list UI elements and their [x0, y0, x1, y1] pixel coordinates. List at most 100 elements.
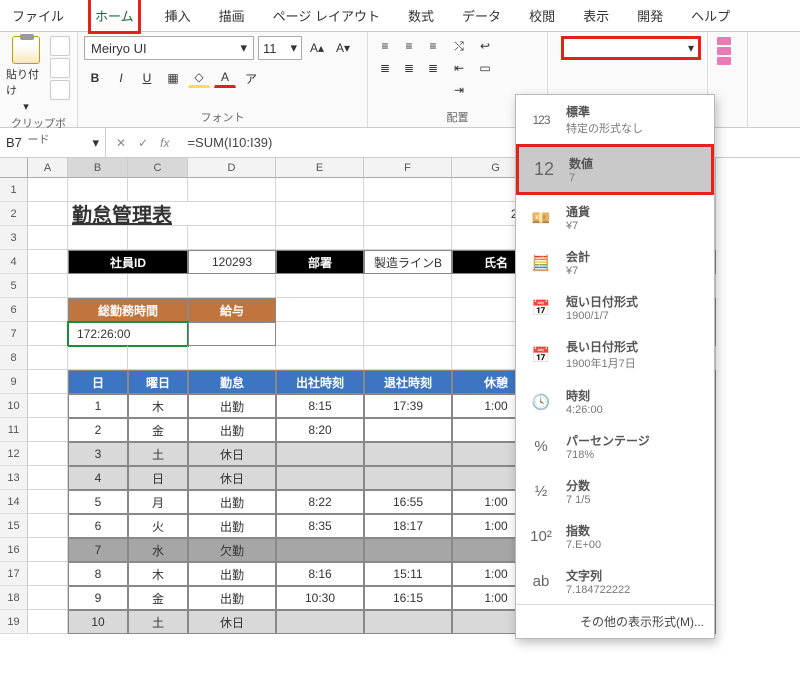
cell-dow[interactable]: 土: [128, 610, 188, 634]
enter-icon[interactable]: ✓: [138, 136, 148, 150]
align-left-button[interactable]: ≣: [374, 58, 396, 78]
row-header-7[interactable]: 7: [0, 322, 28, 346]
wrap-text-button[interactable]: ↩: [474, 36, 496, 56]
cell[interactable]: [364, 322, 452, 346]
cell[interactable]: [128, 346, 188, 370]
dept-header[interactable]: 部署: [276, 250, 364, 274]
row-header-1[interactable]: 1: [0, 178, 28, 202]
name-box[interactable]: B7▾: [0, 128, 106, 157]
shrink-font-button[interactable]: A▾: [332, 38, 354, 58]
row-header-15[interactable]: 15: [0, 514, 28, 538]
cell[interactable]: [68, 178, 128, 202]
cell[interactable]: [188, 226, 276, 250]
conditional-format-button[interactable]: [714, 36, 734, 66]
select-all-corner[interactable]: [0, 158, 28, 178]
cell-in[interactable]: 8:16: [276, 562, 364, 586]
format-text[interactable]: ab 文字列7.184722222: [516, 559, 714, 604]
tab-review[interactable]: 校閲: [525, 0, 559, 31]
cancel-icon[interactable]: ✕: [116, 136, 126, 150]
format-painter-button[interactable]: [50, 80, 70, 100]
format-currency[interactable]: 💴 通貨¥7: [516, 195, 714, 240]
row-header-14[interactable]: 14: [0, 490, 28, 514]
cell-day[interactable]: 9: [68, 586, 128, 610]
cell[interactable]: [28, 322, 68, 346]
col-header-C[interactable]: C: [128, 158, 188, 178]
cell[interactable]: [28, 274, 68, 298]
cell[interactable]: [364, 202, 452, 226]
row-header-17[interactable]: 17: [0, 562, 28, 586]
th-out[interactable]: 退社時刻: [364, 370, 452, 394]
cell[interactable]: [28, 442, 68, 466]
row-header-4[interactable]: 4: [0, 250, 28, 274]
row-header-16[interactable]: 16: [0, 538, 28, 562]
cell-dow[interactable]: 木: [128, 562, 188, 586]
fx-icon[interactable]: fx: [160, 136, 169, 150]
tab-file[interactable]: ファイル: [8, 0, 68, 31]
cell-in[interactable]: [276, 466, 364, 490]
th-in[interactable]: 出社時刻: [276, 370, 364, 394]
cell-in[interactable]: [276, 610, 364, 634]
row-header-13[interactable]: 13: [0, 466, 28, 490]
cell-day[interactable]: 2: [68, 418, 128, 442]
cell-attend[interactable]: 休日: [188, 442, 276, 466]
cell[interactable]: [28, 538, 68, 562]
cell-in[interactable]: 8:22: [276, 490, 364, 514]
cell-dow[interactable]: 水: [128, 538, 188, 562]
cell-day[interactable]: 10: [68, 610, 128, 634]
cell[interactable]: [276, 202, 364, 226]
row-header-18[interactable]: 18: [0, 586, 28, 610]
cell-attend[interactable]: 出勤: [188, 394, 276, 418]
cell-dow[interactable]: 木: [128, 394, 188, 418]
tab-help[interactable]: ヘルプ: [687, 0, 734, 31]
paste-button[interactable]: 貼り付け ▾: [6, 36, 46, 113]
align-top-button[interactable]: ≡: [374, 36, 396, 56]
cell-dow[interactable]: 金: [128, 586, 188, 610]
cell-attend[interactable]: 出勤: [188, 514, 276, 538]
tab-pagelayout[interactable]: ページ レイアウト: [269, 0, 384, 31]
cell-out[interactable]: [364, 610, 452, 634]
cell[interactable]: [276, 178, 364, 202]
cell-day[interactable]: 8: [68, 562, 128, 586]
total-hours-value[interactable]: 172:26:00: [68, 322, 188, 346]
align-bottom-button[interactable]: ≡: [422, 36, 444, 56]
cell-out[interactable]: [364, 538, 452, 562]
tab-insert[interactable]: 挿入: [161, 0, 195, 31]
cell-day[interactable]: 7: [68, 538, 128, 562]
cell[interactable]: [28, 610, 68, 634]
grow-font-button[interactable]: A▴: [306, 38, 328, 58]
row-header-9[interactable]: 9: [0, 370, 28, 394]
row-header-12[interactable]: 12: [0, 442, 28, 466]
cell-in[interactable]: 10:30: [276, 586, 364, 610]
cell-attend[interactable]: 出勤: [188, 490, 276, 514]
cell[interactable]: [276, 226, 364, 250]
row-header-19[interactable]: 19: [0, 610, 28, 634]
cell[interactable]: [68, 274, 128, 298]
cell[interactable]: [28, 586, 68, 610]
cell[interactable]: [276, 274, 364, 298]
format-more[interactable]: その他の表示形式(M)...: [516, 604, 714, 638]
cell[interactable]: [28, 514, 68, 538]
cell-out[interactable]: 18:17: [364, 514, 452, 538]
title-cell[interactable]: 勤怠管理表: [68, 202, 276, 226]
cell[interactable]: [188, 178, 276, 202]
bold-button[interactable]: B: [84, 68, 106, 88]
cell-in[interactable]: 8:20: [276, 418, 364, 442]
row-header-2[interactable]: 2: [0, 202, 28, 226]
font-color-button[interactable]: A: [214, 68, 236, 88]
th-dow[interactable]: 曜日: [128, 370, 188, 394]
format-accounting[interactable]: 🧮 会計¥7: [516, 240, 714, 285]
dept-value[interactable]: 製造ラインB: [364, 250, 452, 274]
cell[interactable]: [276, 322, 364, 346]
cell[interactable]: [28, 562, 68, 586]
cell[interactable]: [28, 202, 68, 226]
align-middle-button[interactable]: ≡: [398, 36, 420, 56]
cell-attend[interactable]: 出勤: [188, 418, 276, 442]
font-name-select[interactable]: Meiryo UI▾: [84, 36, 254, 60]
cell[interactable]: [364, 178, 452, 202]
cell-day[interactable]: 1: [68, 394, 128, 418]
cell[interactable]: [28, 346, 68, 370]
fill-color-button[interactable]: ◇: [188, 68, 210, 88]
col-header-E[interactable]: E: [276, 158, 364, 178]
cell[interactable]: [68, 346, 128, 370]
cell[interactable]: [28, 370, 68, 394]
